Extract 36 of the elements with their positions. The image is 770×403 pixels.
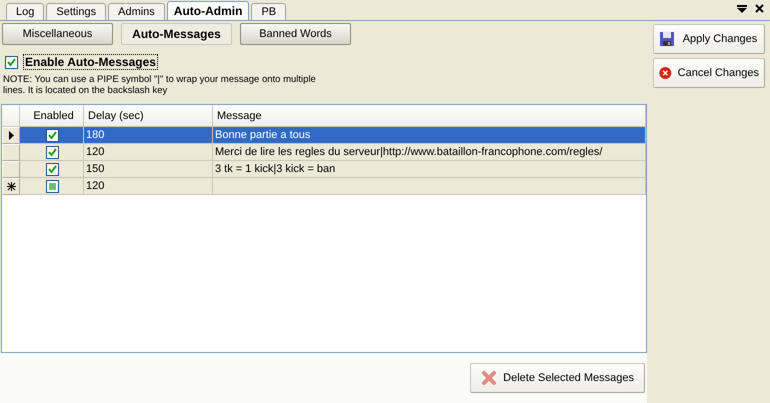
cancel-button[interactable]: Cancel Changes	[653, 58, 765, 88]
checkbox[interactable]	[5, 56, 18, 68]
checkbox[interactable]	[46, 180, 59, 192]
subtab[interactable]: Miscellaneous	[2, 23, 113, 45]
close-icon[interactable]	[755, 4, 764, 13]
note-text: NOTE: You can use a PIPE symbol "|" to wrap your message onto multiple lines. It is located on the backslash key	[3, 74, 317, 96]
tab[interactable]: Admins	[108, 3, 165, 20]
checkbox-label[interactable]: Enable Auto-Messages	[23, 54, 158, 70]
subtab[interactable]: Auto-Messages	[121, 23, 232, 45]
table-cell: Bonne partie a tous	[213, 127, 646, 144]
tab[interactable]: PB	[251, 3, 286, 20]
table-row[interactable]: 120 Merci de lire les regles du serveur|http://www.bataillon-francophone.com/regles/	[2, 144, 646, 161]
checkbox[interactable]	[46, 128, 59, 142]
column-header[interactable]: Message	[213, 105, 646, 127]
row-header[interactable]	[2, 178, 20, 195]
row-header[interactable]	[2, 127, 20, 144]
cancel-icon	[659, 64, 672, 82]
tab[interactable]: Auto-Admin	[166, 1, 250, 20]
table-row[interactable]: 150 3 tk = 1 kick|3 kick = ban	[2, 161, 646, 178]
column-header[interactable]: Enabled	[20, 105, 84, 127]
row-pointer-icon	[8, 131, 14, 140]
delete-icon	[481, 370, 498, 386]
subtab[interactable]: Banned Words	[240, 23, 351, 45]
table-cell: 120	[84, 178, 213, 195]
checkbox[interactable]	[46, 146, 59, 158]
apply-button[interactable]: Apply Changes	[653, 24, 765, 54]
tab[interactable]: Log	[6, 3, 44, 20]
table-row[interactable]: 180 Bonne partie a tous	[2, 127, 646, 144]
column-header[interactable]: Delay (sec)	[84, 105, 213, 127]
new-row-icon	[6, 182, 16, 191]
checkbox[interactable]	[46, 162, 59, 176]
tab[interactable]: Settings	[46, 3, 106, 20]
table-row[interactable]: 120	[2, 178, 646, 195]
delete-button[interactable]: Delete Selected Messages	[470, 363, 645, 393]
table-cell: 180	[84, 127, 213, 144]
dropdown-icon[interactable]	[737, 5, 747, 13]
